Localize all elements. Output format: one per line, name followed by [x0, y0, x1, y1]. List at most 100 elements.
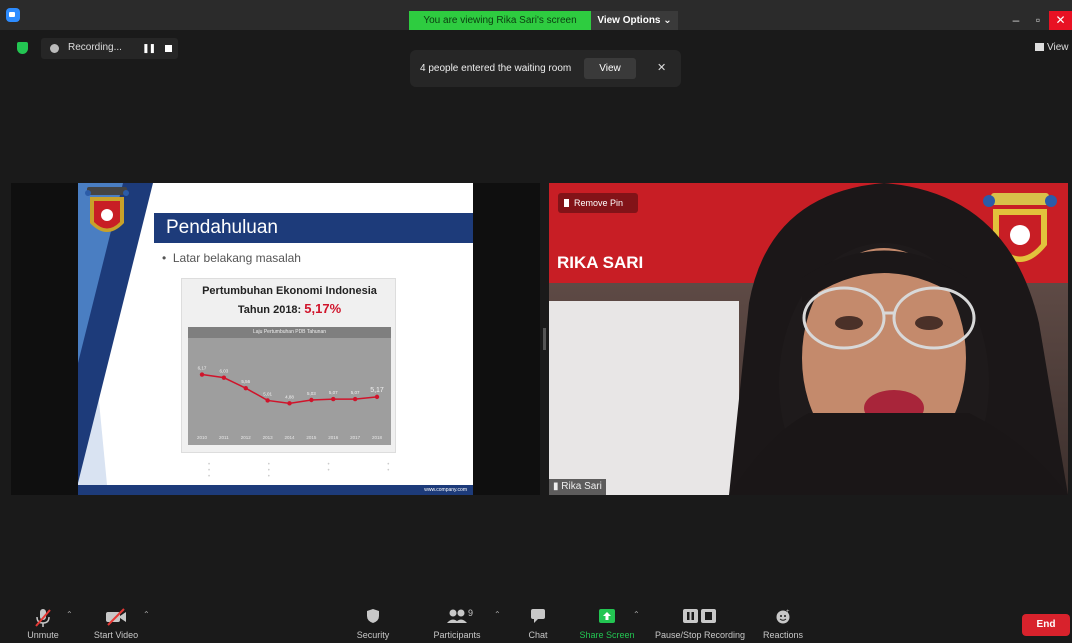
participants-chevron-icon[interactable]: ⌃ — [494, 610, 501, 619]
shield-icon — [367, 609, 379, 623]
muted-microphone-icon — [35, 609, 51, 627]
waiting-room-text: 4 people entered the waiting room — [420, 63, 572, 74]
slide-footer: www.company.com — [78, 485, 473, 495]
shared-screen: Pendahuluan • Latar belakang masalah Per… — [11, 183, 540, 495]
share-screen-label: Share Screen — [579, 630, 635, 640]
zoom-app-icon — [6, 8, 20, 22]
reactions-button[interactable]: + Reactions — [760, 600, 806, 643]
speaker-person — [729, 183, 1068, 495]
video-options-chevron-icon[interactable]: ⌃ — [143, 610, 150, 619]
chart-card: Pertumbuhan Ekonomi Indonesia Tahun 2018… — [181, 278, 396, 453]
pause-stop-recording-label: Pause/Stop Recording — [654, 630, 746, 640]
chart-point — [265, 398, 270, 403]
remove-pin-label: Remove Pin — [574, 198, 624, 208]
chart-point — [352, 396, 358, 402]
waiting-room-close-icon[interactable]: ✕ — [657, 61, 666, 74]
chart-inner-title: Laju Pertumbuhan PDB Tahunan — [188, 327, 391, 338]
reactions-label: Reactions — [762, 630, 804, 640]
slide-title: Pendahuluan — [166, 217, 278, 238]
chart-x-tick-label: 2011 — [219, 435, 229, 440]
stop-recording-icon[interactable] — [165, 45, 172, 52]
pause-recording-icon[interactable]: ❚❚ — [142, 43, 156, 54]
chart-point — [221, 375, 227, 380]
institution-logo — [85, 187, 129, 232]
chat-bubble-icon — [531, 609, 545, 623]
chart-x-tick-label: 2015 — [306, 435, 317, 440]
start-video-button[interactable]: Start Video — [88, 600, 144, 643]
chat-button[interactable]: Chat — [520, 600, 556, 643]
end-meeting-button[interactable]: End — [1022, 614, 1070, 636]
slide-bullet-text: Latar belakang masalah — [172, 251, 301, 265]
security-button[interactable]: Security — [350, 600, 396, 643]
chart-title-line2: Tahun 2018: 5,17% — [182, 301, 397, 316]
chart-x-tick-label: 2013 — [263, 435, 274, 440]
share-screen-icon — [599, 609, 615, 623]
share-screen-button[interactable]: Share Screen — [577, 600, 637, 643]
chart-data-label: 5,07 — [329, 390, 338, 395]
chart-point — [243, 385, 248, 391]
close-window-button[interactable]: ✕ — [1049, 11, 1072, 30]
chart-title-year: Tahun 2018: — [237, 304, 305, 316]
chart-data-label: 5,03 — [307, 391, 316, 396]
split-divider-handle[interactable] — [543, 328, 546, 350]
pause-stop-recording-icon — [683, 609, 716, 623]
chart-data-label: 6,17 — [198, 366, 207, 371]
participants-button[interactable]: Participants — [428, 600, 486, 643]
participant-name-text: Rika Sari — [561, 481, 602, 492]
chart-x-tick-label: 2012 — [241, 435, 252, 440]
gdp-line-chart: 6,17 2010 6,03 2011 5,56 2012 5,01 2013 4,88 2014… — [197, 366, 384, 440]
chart-x-tick-label: 2016 — [328, 435, 339, 440]
chart-data-label: 6,03 — [219, 369, 228, 374]
remove-pin-button[interactable]: Remove Pin — [558, 193, 638, 213]
security-shield-icon[interactable] — [17, 42, 28, 54]
svg-text:+: + — [786, 609, 790, 615]
chart-point — [374, 394, 380, 400]
unmute-button[interactable]: Unmute — [18, 600, 68, 643]
chart-data-label: 4,88 — [285, 394, 294, 399]
view-layout-label: View — [1047, 42, 1069, 53]
meeting-toolbar: Unmute ⌃ Start Video ⌃ Security Particip… — [0, 600, 1072, 643]
chart-plot-area: Laju Pertumbuhan PDB Tahunan 6,17 2010 6,0… — [188, 327, 391, 445]
chart-data-label: 5,56 — [241, 379, 250, 384]
viewing-screen-banner: You are viewing Rika Sari's screen — [409, 11, 591, 30]
chart-point — [199, 372, 205, 377]
grid-view-icon — [1035, 43, 1044, 51]
view-layout-button[interactable]: View — [1035, 42, 1069, 53]
start-video-label: Start Video — [93, 630, 139, 640]
view-options-button[interactable]: View Options ⌄ — [591, 11, 678, 30]
chart-title-highlight: 5,17% — [304, 301, 342, 316]
participant-name-label: ▮ Rika Sari — [549, 479, 606, 495]
chart-data-label: 5,01 — [263, 391, 272, 396]
title-bar: You are viewing Rika Sari's screen View … — [0, 0, 1072, 30]
chart-x-tick-label: 2014 — [284, 435, 295, 440]
chart-point — [309, 397, 314, 403]
audio-options-chevron-icon[interactable]: ⌃ — [66, 610, 73, 619]
share-options-chevron-icon[interactable]: ⌃ — [633, 610, 640, 619]
pin-icon — [564, 199, 569, 207]
waiting-room-view-button[interactable]: View — [584, 58, 636, 79]
chart-point — [287, 401, 292, 406]
slide-footer-text: www.company.com — [424, 487, 467, 493]
unmute-label: Unmute — [27, 630, 59, 640]
chart-x-tick-label: 2010 — [197, 435, 208, 440]
video-off-icon — [106, 608, 126, 626]
slide-bullet: • Latar belakang masalah — [162, 251, 301, 265]
recording-indicator: Recording... ❚❚ — [41, 38, 178, 59]
minimize-button[interactable]: – — [1005, 11, 1027, 30]
reactions-smiley-icon: + — [776, 609, 790, 624]
speaker-video: RIKA SARI Remove Pin ▮ Rika Sari — [549, 183, 1068, 495]
video-name-banner: RIKA SARI — [557, 253, 644, 272]
chart-data-label: 5,17 — [370, 387, 384, 394]
chart-point — [331, 396, 336, 402]
recording-label: Recording... — [68, 42, 122, 53]
recording-dot-icon — [50, 44, 59, 53]
chart-data-label: 5,07 — [351, 390, 360, 395]
waiting-room-notification: 4 people entered the waiting room View ✕ — [410, 50, 681, 87]
maximize-button[interactable]: ▫ — [1027, 11, 1049, 30]
pause-stop-recording-button[interactable]: Pause/Stop Recording — [652, 600, 748, 643]
chart-title-line1: Pertumbuhan Ekonomi Indonesia — [202, 285, 377, 297]
participants-icon — [447, 609, 467, 623]
slide-dots: • • • • • • • • • • — [208, 462, 418, 480]
security-label: Security — [356, 630, 390, 640]
chart-x-tick-label: 2018 — [372, 435, 383, 440]
